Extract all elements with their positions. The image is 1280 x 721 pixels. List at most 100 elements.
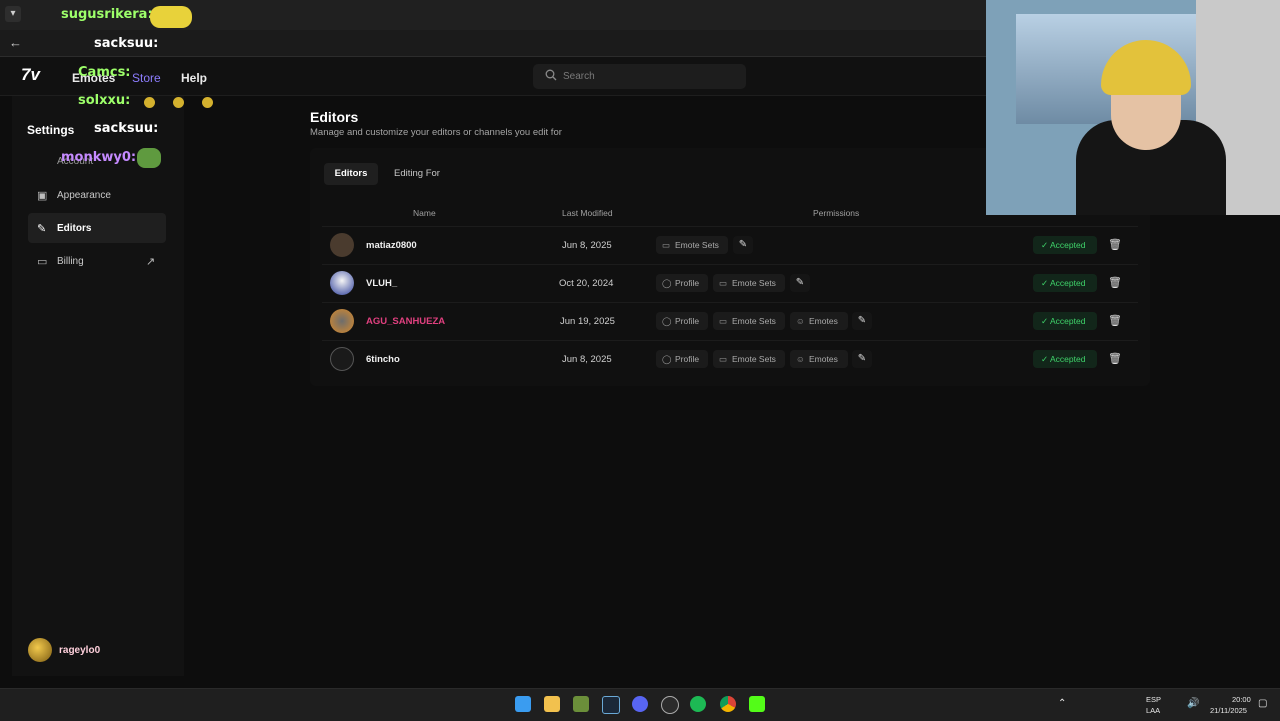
perm-profile: ◯ Profile	[656, 312, 708, 330]
status-label: Accepted	[1050, 278, 1086, 288]
avatar	[330, 271, 354, 295]
trash-icon[interactable]: 🗑	[1108, 275, 1122, 291]
last-modified: Jun 8, 2025	[562, 240, 612, 251]
lang-indicator[interactable]: ESP	[1146, 695, 1161, 704]
perm-emote-sets: ▭ Emote Sets	[713, 312, 785, 330]
perm-label: Emote Sets	[732, 354, 776, 364]
perm-label: Profile	[675, 278, 700, 288]
avatar	[330, 309, 354, 333]
layout-indicator[interactable]: LAA	[1146, 706, 1160, 715]
avatar	[330, 233, 354, 257]
chat-user: Camcs:	[78, 65, 131, 80]
perm-label: Emotes	[809, 354, 838, 364]
notification-icon[interactable]: ▢	[1258, 698, 1267, 709]
editor-name[interactable]: AGU_SANHUEZA	[366, 316, 445, 327]
sidebar-item-label: Editors	[57, 223, 92, 234]
chat-user: sacksuu:	[94, 121, 159, 136]
tab-editors[interactable]: Editors	[324, 163, 378, 185]
editor-name[interactable]: matiaz0800	[366, 240, 417, 251]
kick-icon[interactable]	[749, 696, 765, 712]
perm-emotes: ☺ Emotes	[790, 312, 848, 330]
edit-permissions-button[interactable]: ✎	[852, 350, 872, 368]
perm-emote-sets: ▭ Emote Sets	[713, 274, 785, 292]
emote-icon	[150, 6, 192, 28]
page-title: Editors	[310, 109, 359, 125]
folder-icon: ▭	[662, 240, 671, 250]
perm-emotes: ☺ Emotes	[790, 350, 848, 368]
discord-icon[interactable]	[632, 696, 648, 712]
palette-icon: ▣	[37, 190, 48, 202]
perm-label: Profile	[675, 316, 700, 326]
obs-icon[interactable]	[661, 696, 679, 714]
sidebar-item-editors[interactable]	[28, 213, 166, 243]
sidebar-item-label: Appearance	[57, 190, 111, 201]
tab-editing-for[interactable]: Editing For	[384, 163, 450, 185]
status-badge: ✓ Accepted	[1033, 236, 1097, 254]
status-label: Accepted	[1050, 240, 1086, 250]
spotify-icon[interactable]	[690, 696, 706, 712]
user-name[interactable]: rageylo0	[59, 645, 100, 656]
column-permissions: Permissions	[813, 208, 860, 218]
search-icon	[545, 69, 557, 81]
search-placeholder: Search	[563, 71, 595, 82]
perm-label: Profile	[675, 354, 700, 364]
status-label: Accepted	[1050, 354, 1086, 364]
chrome-icon[interactable]	[720, 696, 736, 712]
trash-icon[interactable]: 🗑	[1108, 237, 1122, 253]
perm-emote-sets: ▭ Emote Sets	[656, 236, 728, 254]
table-row	[322, 226, 1138, 264]
status-label: Accepted	[1050, 316, 1086, 326]
file-explorer-icon[interactable]	[544, 696, 560, 712]
chat-user: sacksuu:	[94, 36, 159, 51]
folder-icon: ▭	[719, 316, 728, 326]
nav-help[interactable]: Help	[181, 71, 207, 85]
smile-icon: ☺	[796, 354, 805, 364]
card-icon: ▭	[37, 256, 48, 268]
tab-menu-icon[interactable]: ▾	[5, 6, 21, 22]
user-icon: ◯	[662, 278, 672, 288]
trash-icon[interactable]: 🗑	[1108, 313, 1122, 329]
perm-emote-sets: ▭ Emote Sets	[713, 350, 785, 368]
perm-label: Emote Sets	[732, 316, 776, 326]
emote-icon	[137, 148, 161, 168]
editor-name[interactable]: 6tincho	[366, 354, 400, 365]
site-logo[interactable]: 7v	[21, 65, 40, 85]
windows-start-icon[interactable]	[515, 696, 531, 712]
emote-icon	[173, 97, 184, 108]
user-icon: ◯	[662, 316, 672, 326]
speaker-icon[interactable]: 🔊	[1187, 698, 1199, 709]
back-icon[interactable]: ←	[9, 35, 22, 50]
edit-permissions-button[interactable]: ✎	[733, 236, 753, 254]
user-icon: ◯	[662, 354, 672, 364]
page-subtitle: Manage and customize your editors or cha…	[310, 127, 562, 138]
external-link-icon: ↗	[146, 256, 156, 268]
clock-date[interactable]: 21/11/2025	[1210, 706, 1247, 715]
chat-user: sugusrikera:	[61, 7, 153, 22]
status-badge: ✓ Accepted	[1033, 274, 1097, 292]
perm-label: Emote Sets	[732, 278, 776, 288]
status-badge: ✓ Accepted	[1033, 350, 1097, 368]
last-modified: Jun 8, 2025	[562, 354, 612, 365]
chat-user: solxxu:	[78, 93, 131, 108]
column-last-modified: Last Modified	[562, 208, 613, 218]
emote-icon	[144, 97, 155, 108]
chat-user: monkwy0:	[61, 150, 137, 165]
clock-time[interactable]: 20:00	[1232, 695, 1251, 704]
perm-label: Emotes	[809, 316, 838, 326]
trash-icon[interactable]: 🗑	[1108, 351, 1122, 367]
edit-permissions-button[interactable]: ✎	[852, 312, 872, 330]
smile-icon: ☺	[796, 316, 805, 326]
chevron-up-icon[interactable]: ⌃	[1058, 698, 1066, 709]
minecraft-icon[interactable]	[573, 696, 589, 712]
sidebar-heading: Settings	[27, 123, 75, 137]
edit-permissions-button[interactable]: ✎	[790, 274, 810, 292]
last-modified: Oct 20, 2024	[559, 278, 614, 289]
nav-store[interactable]: Store	[132, 71, 161, 85]
steam-icon[interactable]	[602, 696, 620, 714]
column-name: Name	[413, 208, 436, 218]
sidebar-item-label: Billing	[57, 256, 84, 267]
webcam-overlay	[986, 0, 1280, 215]
editor-name[interactable]: VLUH_	[366, 278, 397, 289]
perm-label: Emote Sets	[675, 240, 719, 250]
user-avatar[interactable]	[28, 638, 52, 662]
